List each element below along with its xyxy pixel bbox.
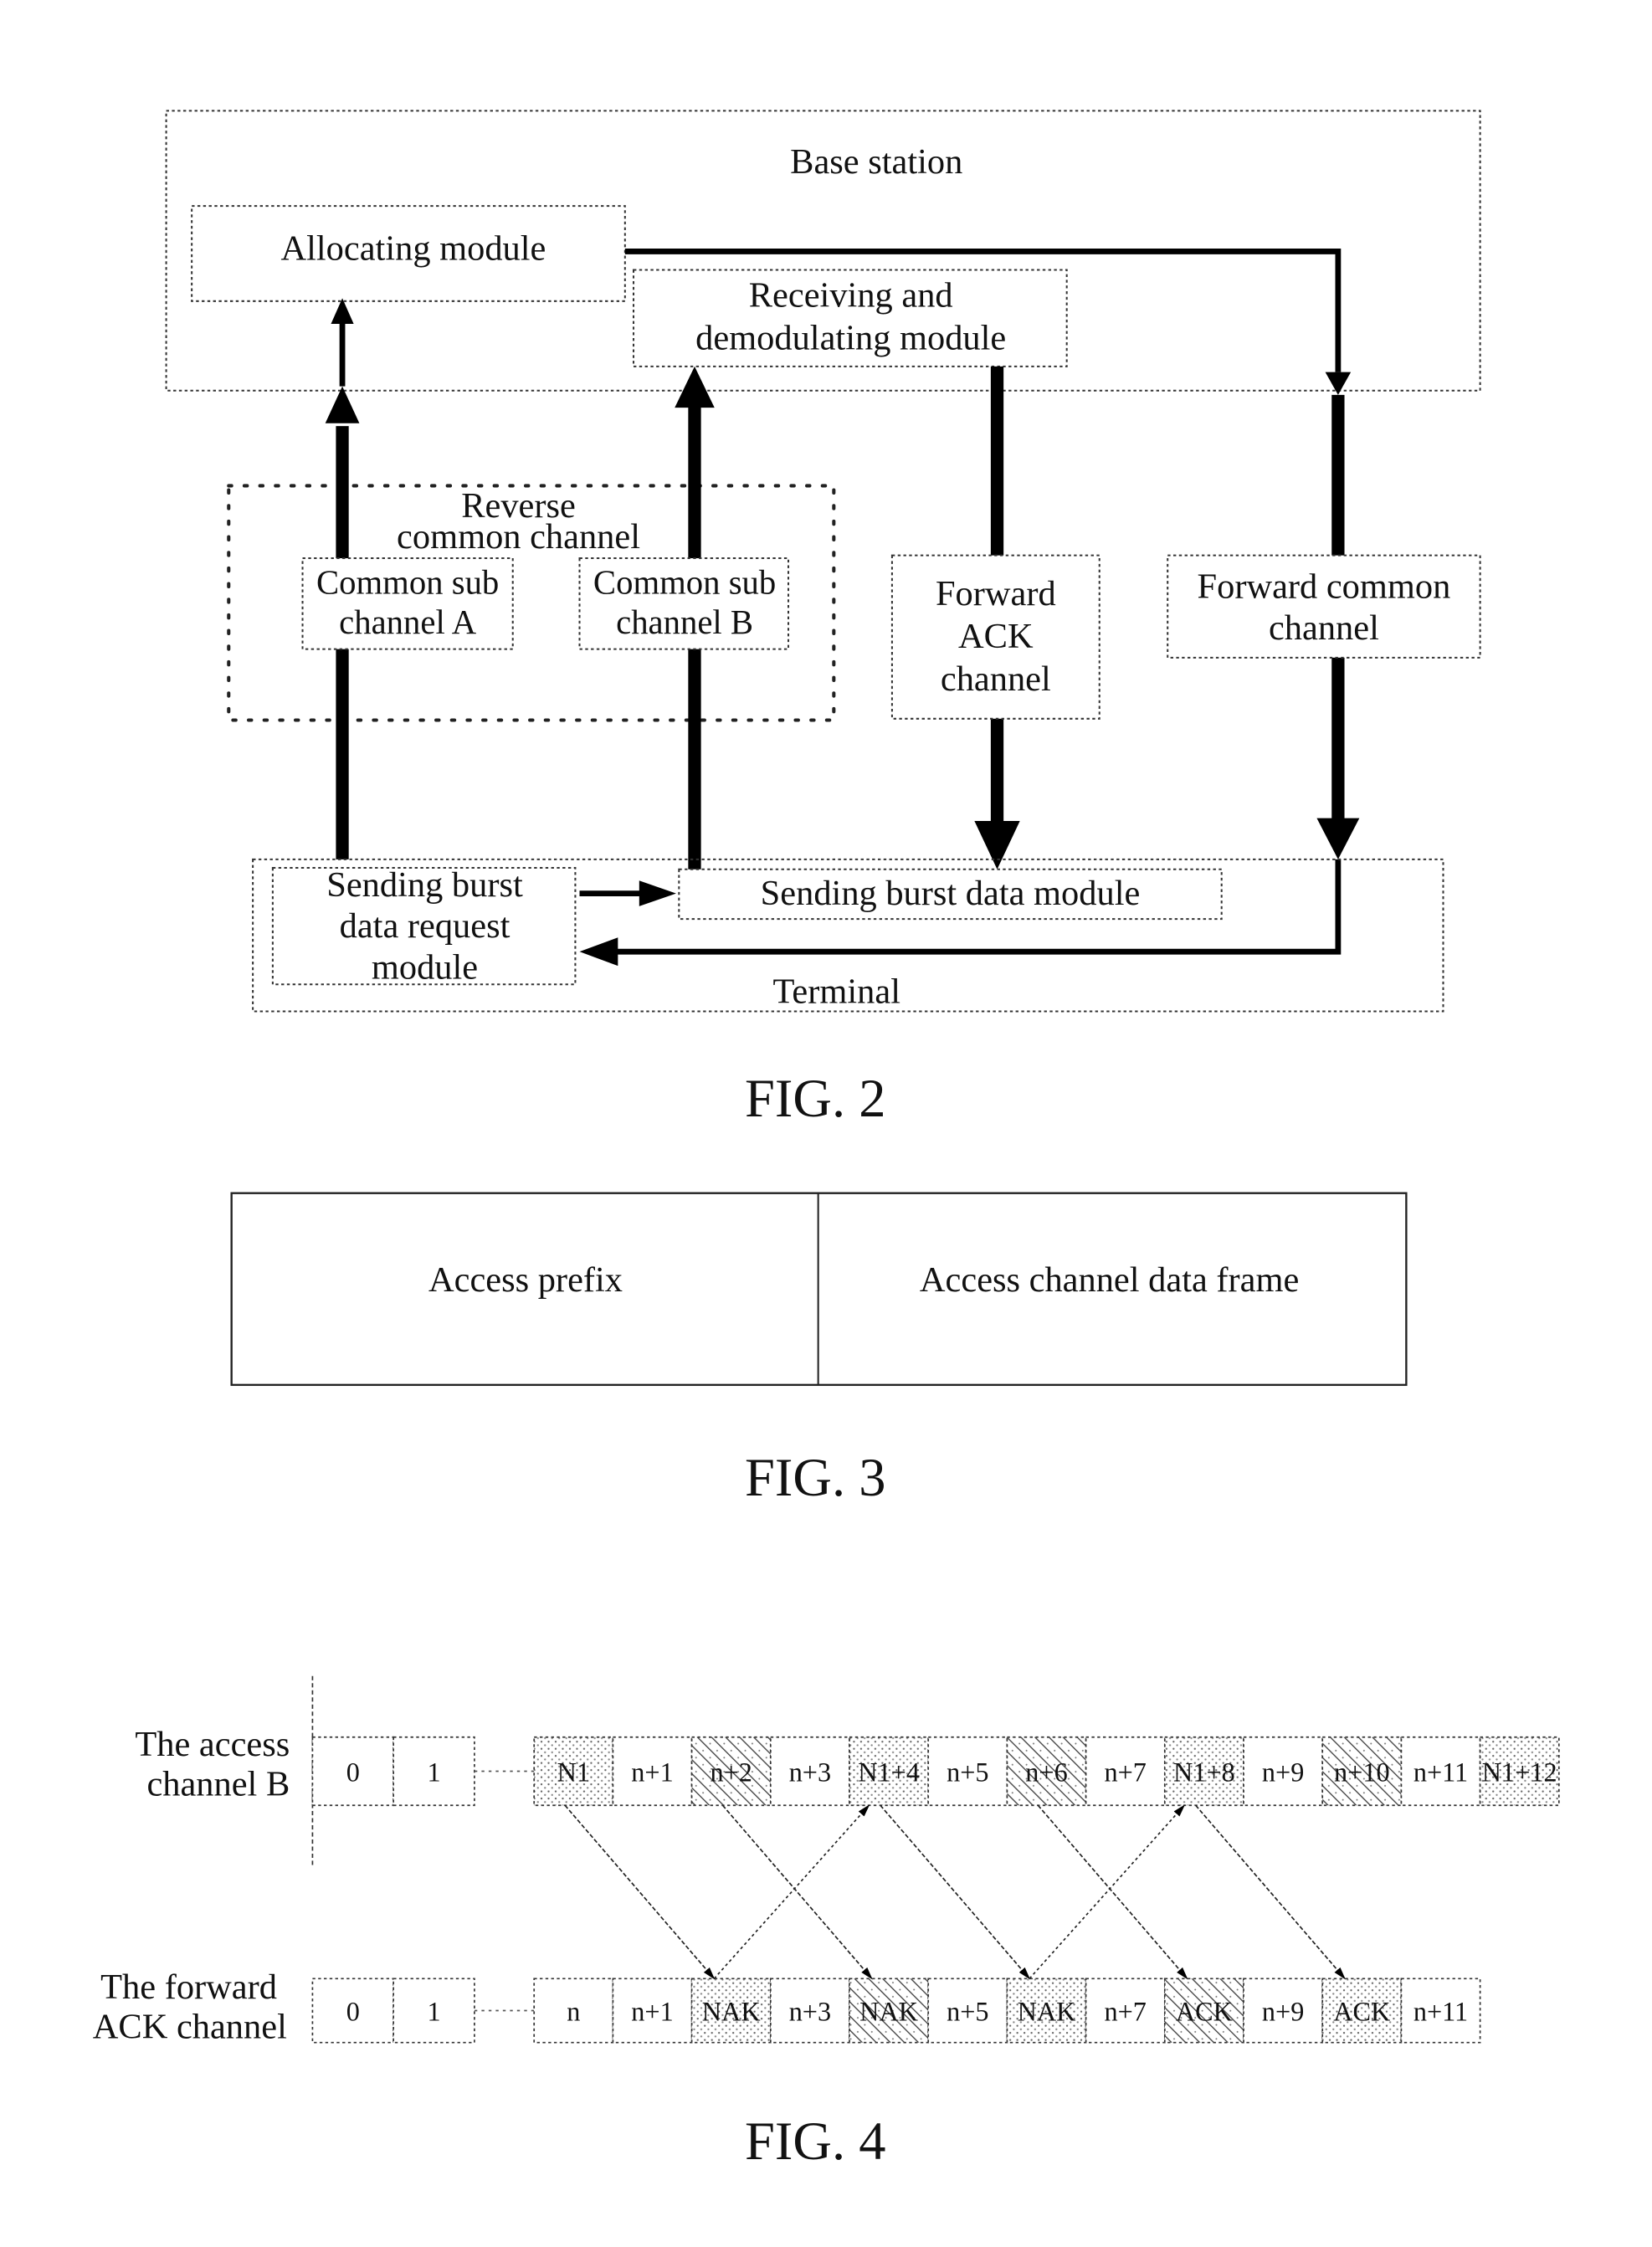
fig2: Base station Allocating module Receiving… <box>165 110 1481 1128</box>
arrowhead-down-forward-common <box>1316 818 1360 859</box>
receiving-module-label-2: demodulating module <box>695 319 1006 358</box>
access-channel-slot-label: n+5 <box>947 1757 988 1787</box>
request-module-label-2: data request <box>340 906 510 946</box>
arrowhead-up-allocating-large <box>325 386 360 423</box>
forward-common-channel-label-1: Forward common <box>1198 567 1451 607</box>
request-module-label-1: Sending burst <box>326 865 523 905</box>
access-channel-slot-label: n+11 <box>1413 1757 1468 1787</box>
reverse-common-channel-label-2: common channel <box>397 517 640 557</box>
access-channel-leading-slot-label: 1 <box>427 1757 440 1787</box>
forward-ack-slot-label: NAK <box>702 1996 761 2026</box>
access-channel-slot-label: n+3 <box>789 1757 831 1787</box>
access-channel-slot-label: N1+12 <box>1482 1757 1557 1787</box>
request-to-response-arrow <box>564 1804 716 1980</box>
terminal-label: Terminal <box>772 972 900 1011</box>
receiving-module-label-1: Receiving and <box>749 276 953 316</box>
forward-ack-slot-label: ACK <box>1176 1996 1233 2026</box>
forward-ack-label-2: ACK channel <box>93 2008 287 2047</box>
request-module-label-3: module <box>372 947 478 987</box>
fig4-caption: FIG. 4 <box>745 2111 885 2171</box>
common-sub-channel-b-label-2: channel B <box>616 603 753 641</box>
forward-ack-slot-label: NAK <box>859 1996 918 2026</box>
forward-ack-slot-label: n+3 <box>789 1996 831 2026</box>
sending-burst-data-module-label: Sending burst data module <box>761 874 1141 913</box>
allocating-module-label: Allocating module <box>280 229 546 269</box>
fig4: The access channel B The forward ACK cha… <box>93 1675 1560 2171</box>
forward-ack-slot-label: ACK <box>1333 1996 1390 2026</box>
forward-ack-leading-slot-label: 1 <box>427 1996 440 2026</box>
access-prefix-field: Access prefix <box>428 1260 623 1300</box>
arrowhead-right-data <box>639 880 676 906</box>
forward-ack-channel-label-2: ACK <box>958 617 1034 656</box>
patent-drawing-sheet: Base station Allocating module Receiving… <box>0 0 1652 2243</box>
forward-ack-channel-label-3: channel <box>941 659 1051 699</box>
forward-ack-slot-label: NAK <box>1018 1996 1076 2026</box>
arrowhead-down-forward-ack <box>974 821 1020 870</box>
common-sub-channel-a-label-2: channel A <box>339 603 477 641</box>
access-channel-slot-label: n+7 <box>1105 1757 1147 1787</box>
fig3: Access prefix Access channel data frame … <box>230 1192 1408 1507</box>
access-channel-label-1: The access <box>135 1725 290 1764</box>
base-station-label: Base station <box>790 142 962 182</box>
forward-common-channel-label-2: channel <box>1269 608 1379 648</box>
access-channel-data-frame-field: Access channel data frame <box>920 1260 1299 1300</box>
fig3-caption: FIG. 3 <box>745 1448 885 1507</box>
access-channel-slot-label: N1+8 <box>1173 1757 1235 1787</box>
response-to-retransmit-arrow <box>713 1804 870 1979</box>
access-channel-slot-label: n+2 <box>710 1757 752 1787</box>
common-sub-channel-b-label-1: Common sub <box>593 563 776 601</box>
forward-ack-channel-label-1: Forward <box>936 574 1056 613</box>
forward-ack-slot-label: n+9 <box>1262 1996 1304 2026</box>
arrowhead-left-request <box>579 937 618 967</box>
request-to-response-arrow <box>721 1804 873 1980</box>
access-channel-slot-label: n+10 <box>1334 1757 1390 1787</box>
access-channel-slot-label: n+9 <box>1262 1757 1304 1787</box>
access-channel-label-2: channel B <box>146 1764 290 1803</box>
common-sub-channel-a-label-1: Common sub <box>316 563 499 601</box>
access-channel-slot-label: n+1 <box>631 1757 673 1787</box>
forward-ack-slot-label: n+5 <box>947 1996 988 2026</box>
access-channel-slot-label: N1 <box>557 1757 590 1787</box>
access-channel-slot-label: N1+4 <box>858 1757 920 1787</box>
forward-ack-slot-label: n+7 <box>1105 1996 1147 2026</box>
forward-ack-slot-label: n+1 <box>631 1996 673 2026</box>
access-channel-slot-label: n+6 <box>1025 1757 1067 1787</box>
fig2-caption: FIG. 2 <box>745 1069 885 1128</box>
forward-ack-leading-slot-label: 0 <box>346 1996 360 2026</box>
access-channel-leading-slot-label: 0 <box>346 1757 360 1787</box>
forward-ack-label-1: The forward <box>100 1967 277 2007</box>
forward-ack-slot-label: n <box>567 1996 580 2026</box>
request-to-response-arrow <box>1037 1804 1188 1980</box>
request-to-response-arrow <box>1195 1804 1346 1980</box>
forward-ack-slot-label: n+11 <box>1413 1996 1468 2026</box>
response-to-retransmit-arrow <box>1029 1804 1186 1979</box>
request-to-response-arrow <box>880 1804 1031 1980</box>
